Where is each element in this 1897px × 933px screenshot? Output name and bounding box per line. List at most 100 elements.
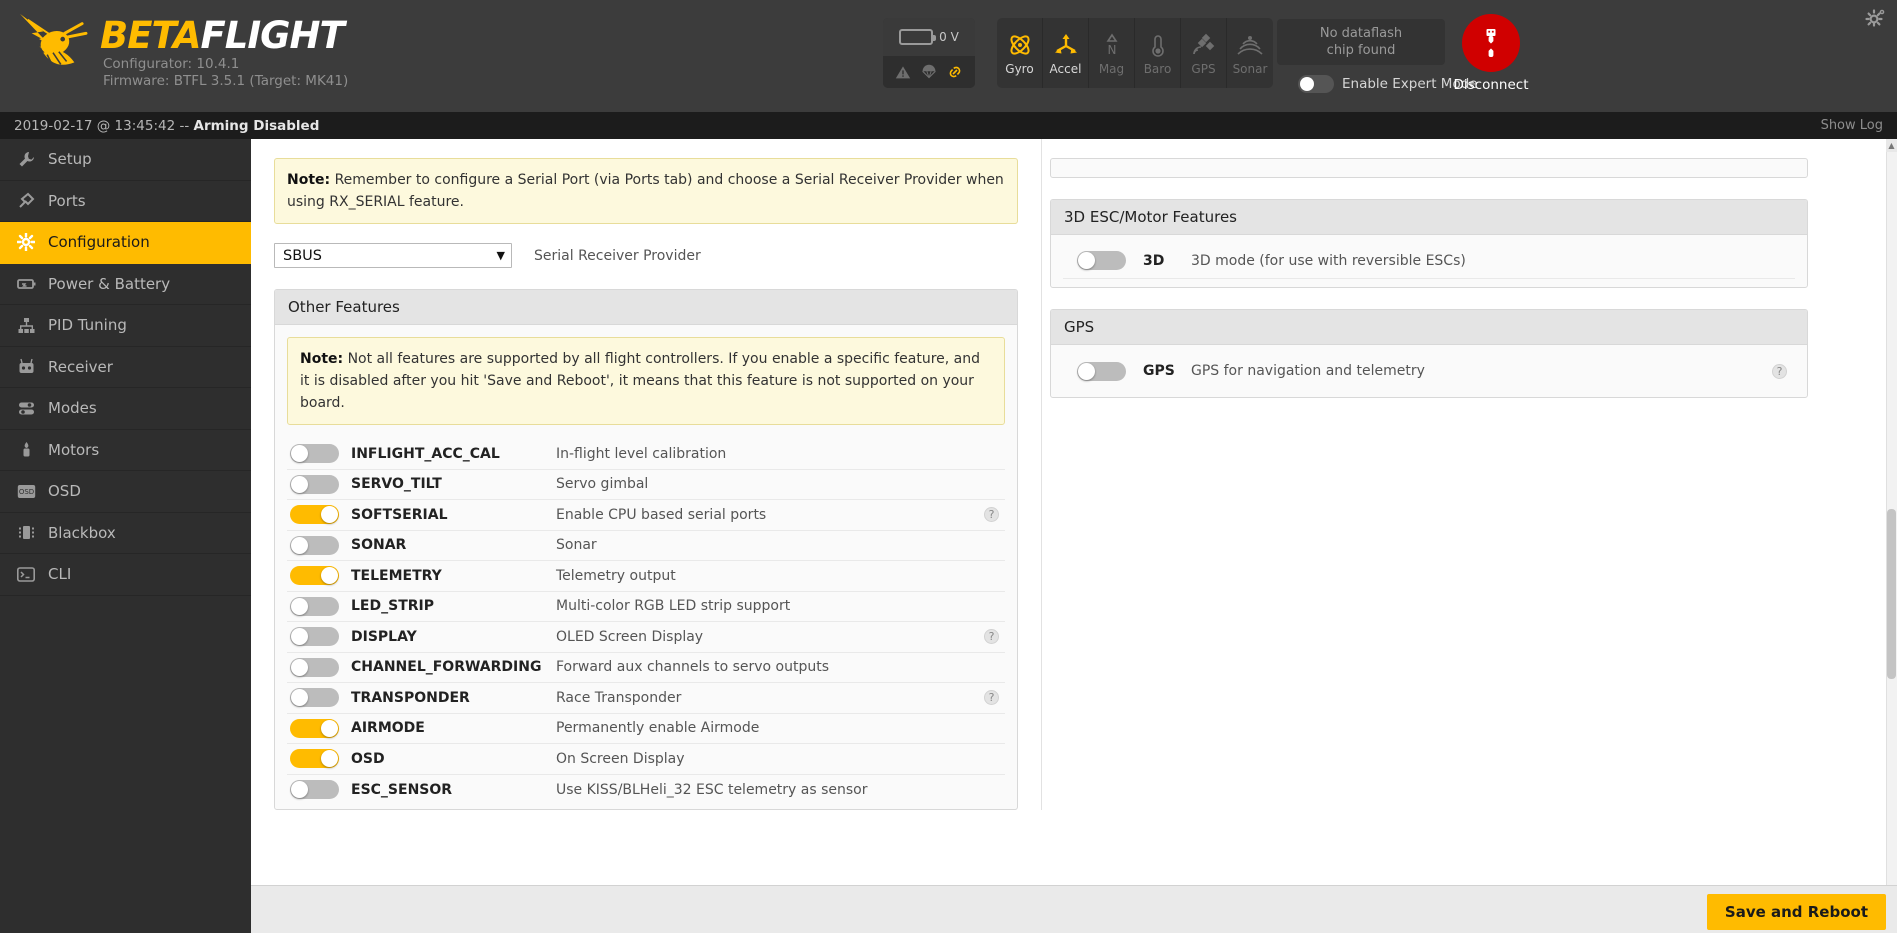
scroll-thumb[interactable]	[1887, 509, 1896, 679]
select-value: SBUS	[283, 247, 322, 264]
sidebar-item-motors[interactable]: Motors	[0, 430, 251, 471]
satellite-icon	[1191, 30, 1217, 60]
sidebar-item-receiver[interactable]: Receiver	[0, 347, 251, 388]
expert-mode-control[interactable]: Enable Expert Mode	[1298, 75, 1478, 93]
feature-toggle[interactable]	[290, 505, 339, 525]
dataflash-status: No dataflash chip found	[1277, 19, 1445, 65]
sensor-baro: Baro	[1135, 18, 1181, 88]
feature-toggle[interactable]	[290, 688, 339, 708]
sensor-gps: GPS	[1181, 18, 1227, 88]
other-features-panel: Other Features Note: Not all features ar…	[274, 289, 1018, 810]
feature-toggle[interactable]	[290, 749, 339, 769]
sidebar-item-setup[interactable]: Setup	[0, 139, 251, 181]
feature-toggle[interactable]	[290, 718, 339, 738]
feature-desc: Forward aux channels to servo outputs	[556, 659, 830, 676]
battery-voltage-row: 0 V	[883, 18, 975, 56]
gear-icon	[16, 233, 36, 252]
sidebar-item-label: Blackbox	[48, 523, 116, 542]
gps-panel-title: GPS	[1051, 310, 1807, 345]
feature-row-display[interactable]: DISPLAY OLED Screen Display ?	[287, 622, 1005, 653]
feature-desc: In-flight level calibration	[556, 445, 727, 462]
chevron-down-icon: ▼	[496, 249, 505, 262]
feature-toggle[interactable]	[290, 566, 339, 586]
compass-icon: N	[1099, 30, 1125, 60]
link-icon	[949, 66, 961, 78]
status-timestamp: 2019-02-17 @ 13:45:42 --	[14, 117, 194, 134]
feature-toggle[interactable]	[290, 657, 339, 677]
feature-row-transponder[interactable]: TRANSPONDER Race Transponder ?	[287, 683, 1005, 714]
show-log-link[interactable]: Show Log	[1821, 118, 1883, 133]
feature-toggle[interactable]	[290, 535, 339, 555]
motor-icon	[16, 441, 36, 458]
feature-toggle[interactable]	[290, 627, 339, 647]
feature-name: CHANNEL_FORWARDING	[351, 659, 542, 676]
sidebar-item-power-battery[interactable]: Power & Battery	[0, 264, 251, 305]
sidebar-item-osd[interactable]: OSD OSD	[0, 471, 251, 513]
feature-toggle[interactable]	[290, 780, 339, 800]
sensor-label: Sonar	[1232, 62, 1268, 76]
sidebar-item-pid-tuning[interactable]: PID Tuning	[0, 305, 251, 347]
feature-name: INFLIGHT_ACC_CAL	[351, 445, 500, 462]
sidebar-item-label: Modes	[48, 399, 97, 418]
status-message: 2019-02-17 @ 13:45:42 -- Arming Disabled	[14, 118, 319, 134]
feature-row-gps[interactable]: GPS GPS for navigation and telemetry ?	[1063, 353, 1795, 389]
status-bar: 2019-02-17 @ 13:45:42 -- Arming Disabled…	[0, 112, 1897, 139]
note-text: Not all features are supported by all fl…	[300, 351, 981, 411]
feature-row-inflight-acc-cal[interactable]: INFLIGHT_ACC_CAL In-flight level calibra…	[287, 439, 1005, 470]
sliders-icon	[16, 400, 36, 417]
main-content: Note: Remember to configure a Serial Por…	[251, 139, 1886, 933]
vertical-scrollbar[interactable]: ▲ ▼	[1886, 139, 1897, 933]
sidebar-item-blackbox[interactable]: Blackbox	[0, 513, 251, 554]
settings-gear-icon[interactable]	[1865, 8, 1885, 32]
feature-row-esc-sensor[interactable]: ESC_SENSOR Use KISS/BLHeli_32 ESC teleme…	[287, 775, 1005, 806]
feature-row-led-strip[interactable]: LED_STRIP Multi-color RGB LED strip supp…	[287, 592, 1005, 622]
expert-mode-toggle[interactable]	[1298, 75, 1334, 93]
svg-text:N: N	[1107, 43, 1116, 57]
remote-icon	[16, 358, 36, 375]
sensor-label: GPS	[1191, 62, 1216, 76]
terminal-icon	[16, 566, 36, 582]
right-column: 3D ESC/Motor Features 3D 3D mode (for us…	[1041, 139, 1831, 810]
sidebar-item-configuration[interactable]: Configuration	[0, 222, 251, 264]
feature-row-channel-forwarding[interactable]: CHANNEL_FORWARDING Forward aux channels …	[287, 653, 1005, 683]
disconnect-button[interactable]: Disconnect	[1454, 14, 1529, 93]
configurator-version: Configurator: 10.4.1	[103, 56, 240, 72]
feature-toggle[interactable]	[290, 444, 339, 464]
feature-row-3d[interactable]: 3D 3D mode (for use with reversible ESCs…	[1063, 243, 1795, 279]
scroll-up-arrow[interactable]: ▲	[1886, 139, 1897, 152]
help-icon[interactable]: ?	[984, 507, 999, 523]
feature-row-telemetry[interactable]: TELEMETRY Telemetry output	[287, 561, 1005, 592]
feature-name: GPS	[1143, 363, 1175, 379]
feature-toggle[interactable]	[290, 596, 339, 616]
feature-desc: Permanently enable Airmode	[556, 720, 760, 737]
sidebar-item-cli[interactable]: CLI	[0, 554, 251, 596]
feature-name: TRANSPONDER	[351, 689, 470, 706]
note-text: Remember to configure a Serial Port (via…	[287, 172, 1004, 210]
feature-desc: OLED Screen Display	[556, 628, 704, 645]
feature-desc: GPS for navigation and telemetry	[1191, 363, 1425, 379]
sidebar-item-modes[interactable]: Modes	[0, 388, 251, 430]
save-and-reboot-button[interactable]: Save and Reboot	[1706, 894, 1886, 930]
help-icon[interactable]: ?	[1772, 363, 1787, 379]
feature-name: OSD	[351, 750, 385, 767]
feature-toggle[interactable]	[1077, 251, 1126, 270]
sidebar-item-ports[interactable]: Ports	[0, 181, 251, 222]
serial-receiver-provider-select[interactable]: SBUS ▼	[274, 243, 512, 268]
help-icon[interactable]: ?	[984, 690, 999, 706]
feature-row-servo-tilt[interactable]: SERVO_TILT Servo gimbal	[287, 470, 1005, 500]
sonar-icon	[1237, 30, 1263, 60]
feature-row-osd[interactable]: OSD On Screen Display	[287, 744, 1005, 775]
feature-row-sonar[interactable]: SONAR Sonar	[287, 531, 1005, 561]
feature-row-softserial[interactable]: SOFTSERIAL Enable CPU based serial ports…	[287, 500, 1005, 531]
feature-toggle[interactable]	[1077, 361, 1126, 381]
note-label: Note:	[300, 351, 344, 367]
help-icon[interactable]: ?	[984, 629, 999, 645]
partial-top-panel	[1050, 158, 1808, 178]
warning-icon	[895, 66, 911, 79]
firmware-version: Firmware: BTFL 3.5.1 (Target: MK41)	[103, 73, 349, 89]
brand-logo: BETAFLIGHT Configurator: 10.4.1 Firmware…	[14, 6, 348, 90]
feature-row-airmode[interactable]: AIRMODE Permanently enable Airmode	[287, 714, 1005, 744]
dataflash-line-1: No dataflash	[1319, 26, 1403, 41]
sidebar-item-label: Configuration	[48, 233, 150, 252]
feature-toggle[interactable]	[290, 474, 339, 494]
